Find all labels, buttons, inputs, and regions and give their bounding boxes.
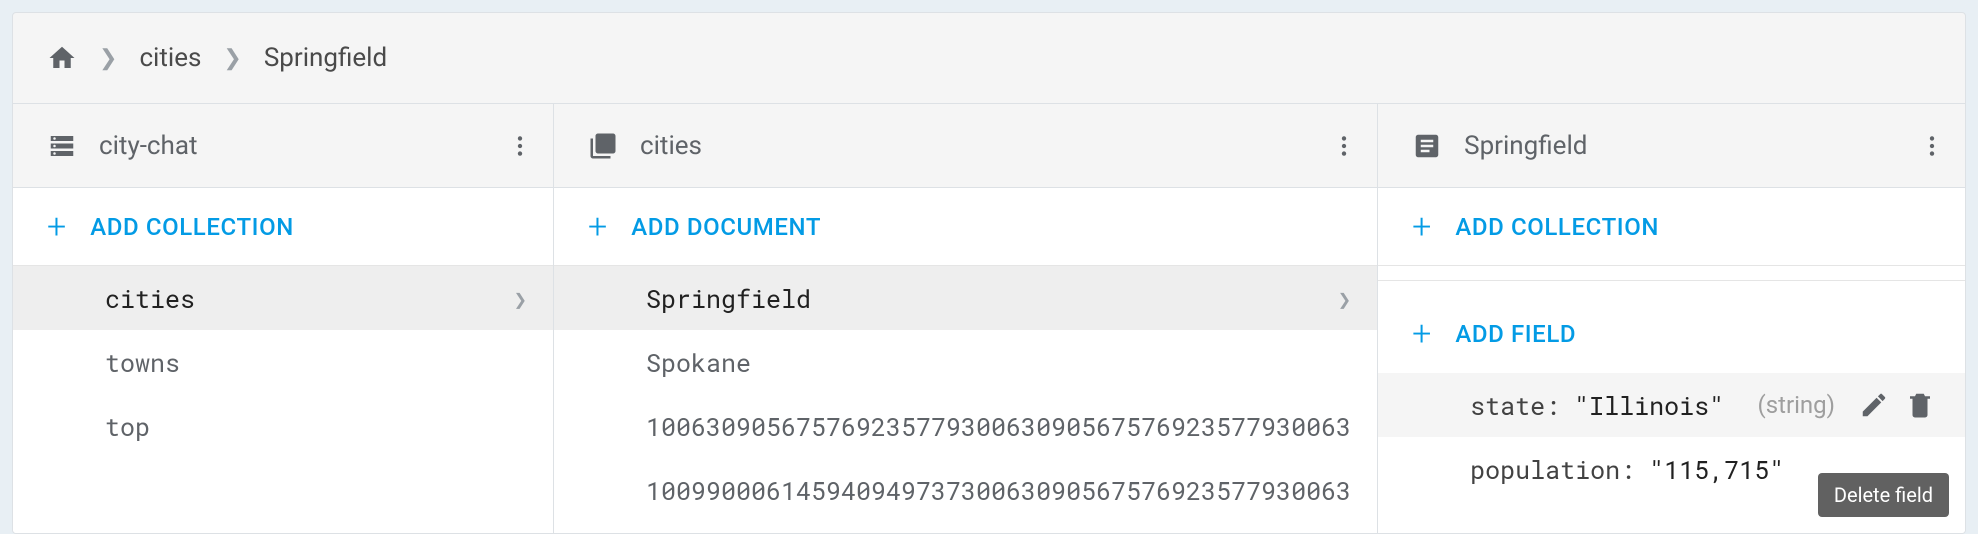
plus-icon: + (588, 210, 607, 244)
column-header: Springfield (1378, 104, 1965, 188)
add-field-button[interactable]: + ADD FIELD (1378, 295, 1965, 373)
column-title: Springfield (1464, 131, 1919, 161)
field-value: "Illinois" (1574, 389, 1724, 422)
collection-item[interactable]: top (13, 394, 553, 458)
breadcrumb-item[interactable]: Springfield (264, 43, 387, 73)
document-icon (1412, 131, 1442, 161)
column-header: cities (554, 104, 1377, 188)
add-document-button[interactable]: + ADD DOCUMENT (554, 188, 1377, 266)
document-item[interactable]: Springfield ❯ (554, 266, 1377, 330)
add-collection-button[interactable]: + ADD COLLECTION (1378, 188, 1965, 266)
collection-item[interactable]: cities ❯ (13, 266, 553, 330)
field-value: "115,715" (1649, 453, 1784, 486)
add-label: ADD COLLECTION (90, 213, 294, 241)
chevron-right-icon: ❯ (99, 46, 117, 71)
chevron-right-icon: ❯ (1338, 284, 1351, 313)
breadcrumb-item[interactable]: cities (139, 43, 201, 73)
column-title: cities (640, 131, 1331, 161)
delete-icon[interactable] (1905, 390, 1935, 420)
more-vert-icon[interactable] (1919, 133, 1945, 159)
plus-icon: + (1412, 210, 1431, 244)
document-item[interactable]: 1006309056757692357793006309056757692357… (554, 394, 1377, 458)
plus-icon: + (1412, 317, 1431, 351)
more-vert-icon[interactable] (1331, 133, 1357, 159)
add-label: ADD COLLECTION (1455, 213, 1659, 241)
home-icon[interactable] (47, 43, 77, 73)
column-header: city-chat (13, 104, 553, 188)
add-collection-button[interactable]: + ADD COLLECTION (13, 188, 553, 266)
field-row[interactable]: state: "Illinois" (string) (1378, 373, 1965, 437)
document-item[interactable]: Spokane (554, 330, 1377, 394)
divider (1378, 280, 1965, 281)
field-key: state: (1470, 389, 1560, 422)
collection-column: cities + ADD DOCUMENT Springfield ❯ Spok… (554, 104, 1378, 533)
edit-icon[interactable] (1859, 390, 1889, 420)
chevron-right-icon: ❯ (514, 284, 527, 313)
add-label: ADD FIELD (1455, 320, 1576, 348)
add-label: ADD DOCUMENT (631, 213, 821, 241)
more-vert-icon[interactable] (507, 133, 533, 159)
document-column: Springfield + ADD COLLECTION + ADD FIELD… (1378, 104, 1965, 533)
collection-item[interactable]: towns (13, 330, 553, 394)
tooltip: Delete field (1818, 473, 1949, 517)
project-column: city-chat + ADD COLLECTION cities ❯ town… (13, 104, 554, 533)
plus-icon: + (47, 210, 66, 244)
collection-icon (588, 131, 618, 161)
database-icon (47, 131, 77, 161)
document-item[interactable]: 1009900061459409497373006309056757692357… (554, 458, 1377, 522)
field-type: (string) (1757, 391, 1835, 419)
column-title: city-chat (99, 131, 507, 161)
breadcrumb: ❯ cities ❯ Springfield (13, 13, 1965, 103)
field-key: population: (1470, 453, 1635, 486)
chevron-right-icon: ❯ (223, 46, 241, 71)
